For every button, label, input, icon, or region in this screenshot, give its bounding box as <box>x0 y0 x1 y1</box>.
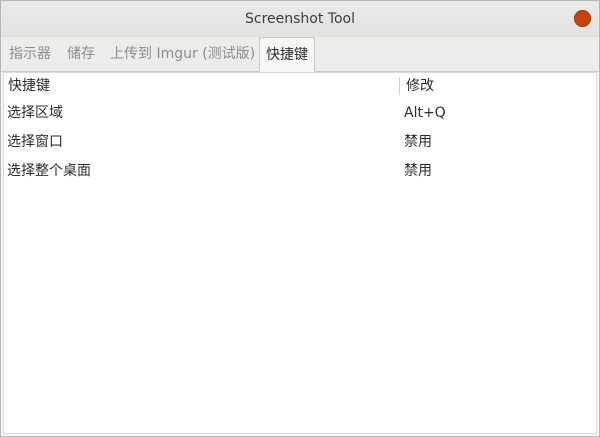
tab-upload-imgur[interactable]: 上传到 Imgur (测试版) <box>110 37 255 71</box>
table-header: 快捷键 修改 <box>4 73 596 99</box>
table-row[interactable]: 选择窗口 禁用 <box>4 128 596 157</box>
shortcut-key[interactable]: 禁用 <box>404 157 432 186</box>
shortcut-action: 选择窗口 <box>7 134 63 150</box>
tab-shortcuts[interactable]: 快捷键 <box>259 37 315 72</box>
shortcuts-table: 快捷键 修改 选择区域 Alt+Q 选择窗口 禁用 选择整个桌面 禁用 <box>3 72 597 434</box>
tab-bar: 指示器 储存 上传到 Imgur (测试版) 快捷键 <box>1 37 599 72</box>
shortcut-key[interactable]: Alt+Q <box>404 99 446 128</box>
window-title: Screenshot Tool <box>245 11 355 27</box>
tab-indicator[interactable]: 指示器 <box>9 37 51 71</box>
shortcut-key[interactable]: 禁用 <box>404 128 432 157</box>
close-icon[interactable] <box>574 10 591 27</box>
column-header-shortcut[interactable]: 快捷键 <box>8 73 50 99</box>
tab-storage[interactable]: 储存 <box>67 37 95 71</box>
title-bar[interactable]: Screenshot Tool <box>1 1 599 38</box>
table-row[interactable]: 选择整个桌面 禁用 <box>4 157 596 186</box>
shortcut-action: 选择整个桌面 <box>7 163 91 179</box>
screenshot-tool-window: Screenshot Tool 指示器 储存 上传到 Imgur (测试版) 快… <box>0 0 600 437</box>
column-header-modify[interactable]: 修改 <box>406 73 434 99</box>
table-row[interactable]: 选择区域 Alt+Q <box>4 99 596 128</box>
shortcut-action: 选择区域 <box>7 105 63 121</box>
column-divider[interactable] <box>399 77 400 95</box>
